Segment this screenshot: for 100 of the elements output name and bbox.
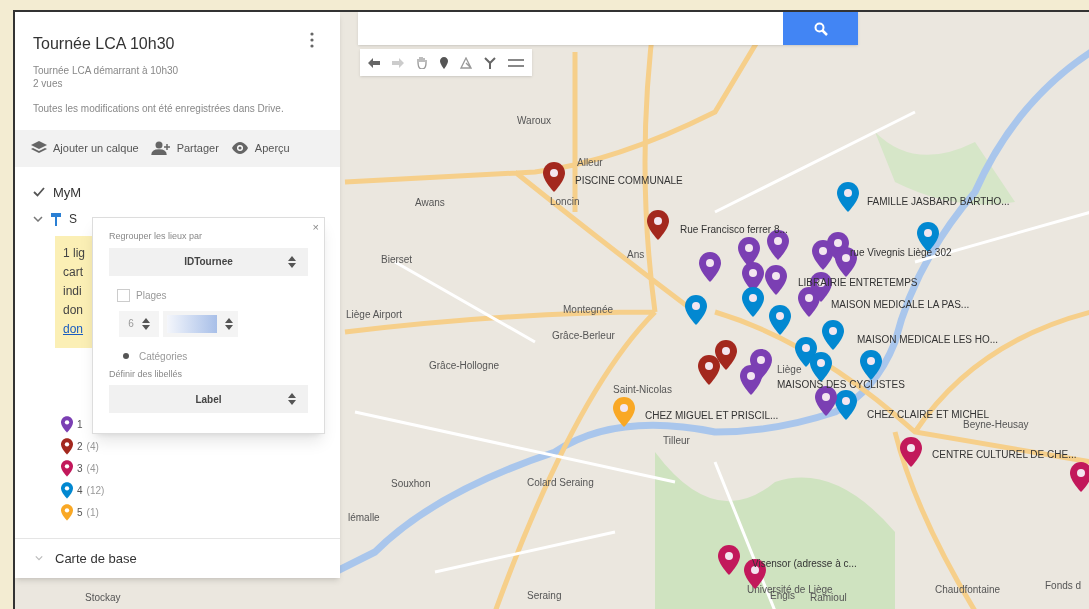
eye-icon [230, 142, 249, 155]
place-label: Waroux [517, 115, 552, 127]
close-button[interactable]: × [312, 219, 319, 236]
legend-pin-icon[interactable] [61, 416, 73, 433]
layer-checkbox[interactable] [33, 187, 45, 198]
group-select[interactable]: IDTournee [109, 247, 308, 276]
legend-count: (12) [86, 484, 105, 498]
place-label: Stockay [85, 592, 121, 604]
directions-icon[interactable] [484, 56, 496, 69]
map-title: Tournée LCA 10h30 [33, 34, 175, 54]
chevron-icon[interactable] [33, 216, 43, 222]
place-label: Loncin [550, 196, 580, 208]
note-text: 1 lig [63, 245, 85, 262]
place-label: Beyne-Heusay [963, 419, 1029, 431]
map-pin-icon[interactable] [1070, 462, 1089, 492]
search-icon [813, 21, 828, 36]
place-label: Alleur [577, 157, 603, 169]
save-status: Toutes les modifications ont été enregistrées dans Drive. [33, 102, 285, 116]
layers-icon [31, 141, 47, 156]
pin-label: MAISONS DES CYCLISTES [777, 379, 905, 391]
map-pin-icon[interactable] [699, 252, 721, 282]
view-count: 2 vues [33, 77, 64, 90]
pin-label: CHEZ CLAIRE ET MICHEL [867, 409, 990, 420]
action-button[interactable]: Ajouter un calque [31, 138, 139, 159]
place-label: Chaudfontaine [935, 584, 1001, 596]
legend-pin-icon[interactable] [61, 482, 73, 499]
marker-icon[interactable] [440, 56, 448, 69]
place-label: Liège [777, 364, 802, 376]
legend-pin-icon[interactable] [61, 460, 73, 477]
map-pin-icon[interactable] [715, 340, 737, 370]
note-text: indi [63, 283, 82, 300]
legend-count: (4) [86, 440, 99, 454]
ruler-icon[interactable] [508, 58, 524, 67]
add-person-icon [150, 141, 171, 156]
labels-label: Définir des libellés [109, 367, 184, 381]
map-pin-icon[interactable] [647, 210, 669, 240]
place-label: Ramioul [810, 592, 847, 604]
ranges-label: Plages [136, 288, 167, 303]
legend-count: (4) [86, 462, 99, 476]
base-map-row[interactable]: Carte de base [15, 537, 340, 578]
updown-arrows-icon [225, 317, 233, 330]
updown-arrows-icon [288, 255, 296, 268]
legend-label: 4 [77, 484, 83, 498]
pin-label: MAISON MEDICALE LES HO... [857, 334, 999, 346]
place-label: lémalle [348, 512, 380, 524]
search-field[interactable] [358, 12, 783, 45]
legend-count: (1) [86, 506, 99, 520]
updown-arrows-icon [141, 317, 150, 330]
map-pin-icon[interactable] [835, 390, 857, 420]
sublayer-name[interactable]: S [69, 210, 77, 228]
place-label: Grâce-Berleur [552, 330, 615, 342]
place-label: Montegnée [563, 304, 614, 316]
place-label: Tilleur [663, 435, 690, 447]
group-label: Regrouper les lieux par [109, 230, 204, 243]
pin-label: CENTRE CULTUREL DE CHE... [932, 449, 1077, 461]
map-description: Tournée LCA démarrant à 10h30 [33, 64, 180, 77]
place-label: Colard Seraing [527, 477, 594, 489]
pin-label: MAISON MEDICALE LA PAS... [831, 299, 970, 311]
map-pin-icon[interactable] [765, 265, 787, 295]
ranges-checkbox[interactable] [117, 288, 130, 302]
action-button[interactable]: Partager [150, 138, 219, 159]
select-value: Label [195, 392, 222, 407]
select-value: IDTournee [184, 255, 233, 269]
map-pin-icon[interactable] [543, 162, 565, 192]
chevron-icon [35, 555, 43, 562]
undo-icon[interactable] [368, 57, 380, 68]
labels-select[interactable]: Label [109, 385, 308, 413]
map-pin-icon[interactable] [815, 386, 837, 416]
map-pin-icon[interactable] [698, 355, 720, 385]
place-label: Ans [627, 249, 645, 261]
select-value: 6 [128, 317, 134, 331]
legend-pin-icon[interactable] [61, 438, 73, 455]
updown-arrows-icon [288, 393, 296, 405]
map-pin-icon[interactable] [900, 437, 922, 467]
place-label: Seraing [527, 590, 562, 602]
legend-label: 5 [77, 506, 83, 520]
style-roller-icon[interactable] [51, 212, 61, 226]
categories-radio[interactable] [121, 351, 131, 361]
map-pin-icon[interactable] [740, 365, 762, 395]
action-button[interactable]: Aperçu [230, 138, 290, 159]
pin-label: PISCINE COMMUNALE [575, 175, 683, 187]
place-label: Fonds d [1045, 580, 1082, 592]
more-options-icon[interactable] [310, 32, 314, 48]
draw-line-icon[interactable] [460, 56, 472, 69]
note-text: cart [63, 264, 83, 281]
legend-label: 2 [77, 440, 83, 454]
place-label: Engis [770, 590, 795, 602]
note-link[interactable]: don [63, 320, 84, 339]
hand-icon[interactable] [416, 56, 428, 69]
base-map-label: Carte de base [55, 549, 137, 568]
gradient-swatch [167, 314, 217, 333]
pin-label: CHEZ MIGUEL ET PRISCIL... [645, 410, 779, 422]
map-pin-icon[interactable] [718, 545, 740, 575]
legend-label: 3 [77, 462, 83, 476]
place-label: Grâce-Hollogne [429, 360, 500, 372]
layer-name[interactable]: MyM [53, 182, 82, 202]
color-ramp-select[interactable] [163, 310, 238, 337]
place-label: Bierset [381, 254, 413, 266]
place-label: Liège Airport [346, 309, 403, 321]
place-label: Souxhon [391, 478, 431, 490]
